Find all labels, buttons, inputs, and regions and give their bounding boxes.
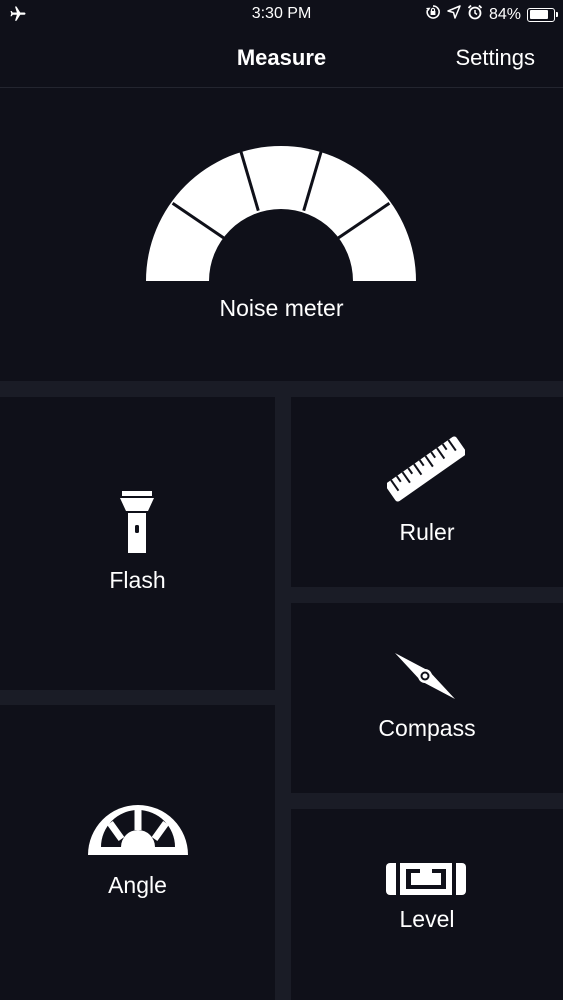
battery-percent: 84% <box>488 5 521 23</box>
battery-nub <box>556 12 558 17</box>
level-label: Level <box>399 906 455 932</box>
settings-button[interactable]: Settings <box>456 45 536 71</box>
navigation-bar: Measure Settings <box>0 30 563 88</box>
protractor-icon <box>88 805 188 862</box>
angle-label: Angle <box>108 872 167 898</box>
ruler-icon <box>385 433 467 510</box>
spirit-level-icon <box>386 863 466 900</box>
ruler-label: Ruler <box>399 519 455 545</box>
level-tile[interactable]: Level <box>291 809 563 1000</box>
angle-tile[interactable]: Angle <box>0 705 275 1000</box>
flash-tile[interactable]: Flash <box>0 397 275 690</box>
app-screen: 3:30 PM 84% Measure Settings Noise meter… <box>0 0 563 1000</box>
noise-meter-label: Noise meter <box>219 295 344 321</box>
battery-icon <box>527 7 558 22</box>
compass-tile[interactable]: Compass <box>291 603 563 793</box>
noise-meter-gauge-icon <box>145 146 418 286</box>
noise-meter-tile[interactable]: Noise meter <box>0 88 563 381</box>
battery-fill <box>529 10 548 19</box>
flashlight-icon <box>120 491 154 558</box>
compass-needle-icon <box>392 650 458 707</box>
ruler-tile[interactable]: Ruler <box>291 397 563 587</box>
alarm-icon <box>467 4 483 25</box>
status-indicators: 84% <box>425 4 558 25</box>
compass-label: Compass <box>378 715 476 741</box>
screen-lock-rotation-icon <box>425 4 441 25</box>
location-arrow-icon <box>447 5 461 24</box>
flash-label: Flash <box>109 567 166 593</box>
status-bar: 3:30 PM 84% <box>0 0 563 30</box>
